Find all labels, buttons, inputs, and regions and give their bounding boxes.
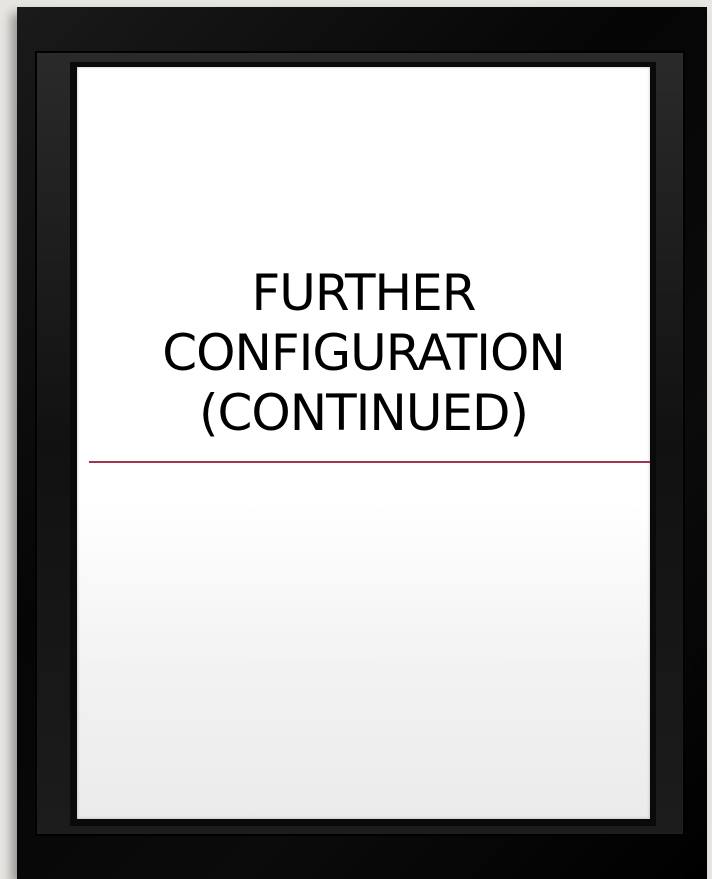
title-line-2: CONFIGURATION	[162, 324, 566, 382]
slide-title: FURTHER CONFIGURATION (CONTINUED)	[77, 263, 650, 443]
title-divider	[89, 461, 650, 463]
slide-canvas: FURTHER CONFIGURATION (CONTINUED)	[77, 67, 650, 819]
title-line-3: (CONTINUED)	[198, 384, 529, 442]
title-line-1: FURTHER	[251, 264, 477, 322]
picture-frame: FURTHER CONFIGURATION (CONTINUED)	[17, 7, 707, 879]
